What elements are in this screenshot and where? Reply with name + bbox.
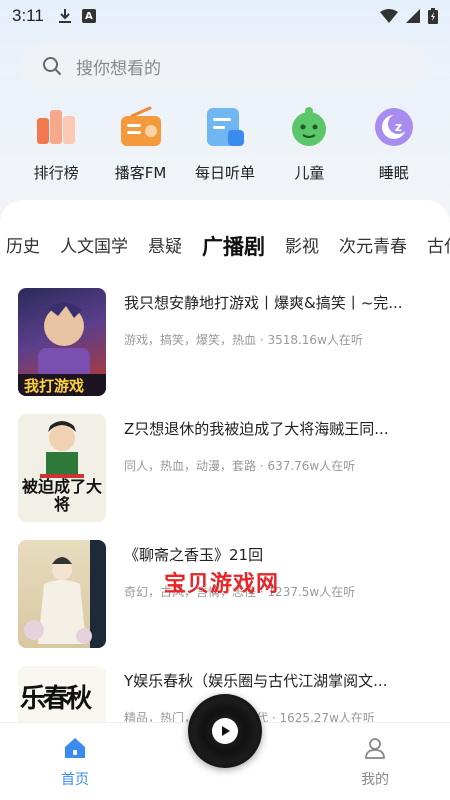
tab-radio-drama[interactable]: 广播剧 bbox=[202, 232, 265, 262]
kids-icon bbox=[292, 107, 327, 146]
list-item[interactable]: 被迫成了大将 Z只想退休的我被迫成了大将海贼王同... 同人，热血，动漫，套路 … bbox=[18, 414, 432, 524]
a-icon: A bbox=[81, 9, 96, 23]
ranking-icon bbox=[37, 110, 76, 144]
category-podcast-fm[interactable]: 播客FM bbox=[103, 104, 179, 190]
category-sleep[interactable]: z 睡眠 bbox=[356, 104, 432, 190]
cover-text: 被迫成了大将 bbox=[22, 477, 103, 514]
cover-image: 我打游戏 bbox=[18, 288, 106, 396]
nav-mine[interactable]: 我的 bbox=[346, 737, 404, 789]
cover-image bbox=[18, 540, 106, 648]
program-title: Z只想退休的我被迫成了大将海贼王同... bbox=[124, 420, 389, 438]
playlist-icon bbox=[206, 108, 244, 146]
signal-icon bbox=[406, 9, 420, 23]
cover-text: 乐春秋 bbox=[20, 684, 92, 714]
category-label: 睡眠 bbox=[378, 164, 409, 182]
radio-icon bbox=[120, 106, 161, 146]
program-meta: 游戏，搞笑，爆笑，热血 · 3518.16w人在听 bbox=[124, 333, 363, 347]
cover-image: 被迫成了大将 bbox=[18, 414, 106, 522]
tab-suspense[interactable]: 悬疑 bbox=[148, 232, 182, 262]
search-bar[interactable]: 搜你想看的 bbox=[20, 42, 430, 90]
wifi-icon bbox=[380, 9, 398, 23]
tab-bar: 历史 人文国学 悬疑 广播剧 影视 次元青春 古代 bbox=[0, 228, 450, 262]
search-icon bbox=[43, 57, 61, 75]
home-icon bbox=[65, 738, 85, 758]
list-item[interactable]: 我打游戏 我只想安静地打游戏丨爆爽&搞笑丨~完... 游戏，搞笑，爆笑，热血 ·… bbox=[18, 288, 432, 398]
program-meta: 同人，热血，动漫，套路 · 637.76w人在听 bbox=[124, 459, 356, 473]
sleep-icon: z bbox=[374, 108, 413, 146]
program-title: Y娱乐春秋（娱乐圈与古代江湖掌阅文... bbox=[124, 672, 388, 690]
tab-film[interactable]: 影视 bbox=[285, 232, 319, 262]
status-time: 3:11 bbox=[12, 6, 44, 25]
status-bar: 3:11 A bbox=[0, 0, 450, 32]
nav-mine-label: 我的 bbox=[361, 772, 389, 788]
battery-icon bbox=[428, 8, 438, 24]
category-label: 播客FM bbox=[114, 164, 167, 182]
watermark-text: 宝贝游戏网 bbox=[164, 572, 280, 597]
player-button[interactable] bbox=[188, 694, 262, 768]
profile-icon bbox=[365, 738, 385, 759]
program-title: 《聊斋之香玉》21回 bbox=[124, 546, 264, 564]
tab-anime-youth[interactable]: 次元青春 bbox=[339, 232, 407, 262]
tab-humanities[interactable]: 人文国学 bbox=[60, 232, 128, 262]
category-label: 排行榜 bbox=[33, 164, 79, 182]
cover-text: 我打游戏 bbox=[24, 377, 85, 395]
category-ranking[interactable]: 排行榜 bbox=[18, 104, 94, 190]
cover-art bbox=[24, 540, 106, 648]
svg-text:z: z bbox=[395, 120, 402, 134]
category-label: 每日听单 bbox=[194, 164, 255, 182]
category-daily-list[interactable]: 每日听单 bbox=[187, 104, 263, 190]
tab-history[interactable]: 历史 bbox=[6, 232, 40, 262]
search-placeholder: 搜你想看的 bbox=[76, 58, 161, 79]
program-title: 我只想安静地打游戏丨爆爽&搞笑丨~完... bbox=[124, 294, 403, 312]
nav-home[interactable]: 首页 bbox=[46, 737, 104, 789]
tab-ancient[interactable]: 古代 bbox=[427, 232, 450, 262]
play-icon bbox=[212, 718, 238, 744]
download-icon bbox=[58, 9, 71, 23]
nav-home-label: 首页 bbox=[61, 772, 89, 788]
category-label: 儿童 bbox=[294, 164, 325, 182]
category-kids[interactable]: 儿童 bbox=[271, 104, 347, 190]
category-row: 排行榜 播客FM 每日听单 儿童 z 睡眠 bbox=[0, 104, 450, 190]
